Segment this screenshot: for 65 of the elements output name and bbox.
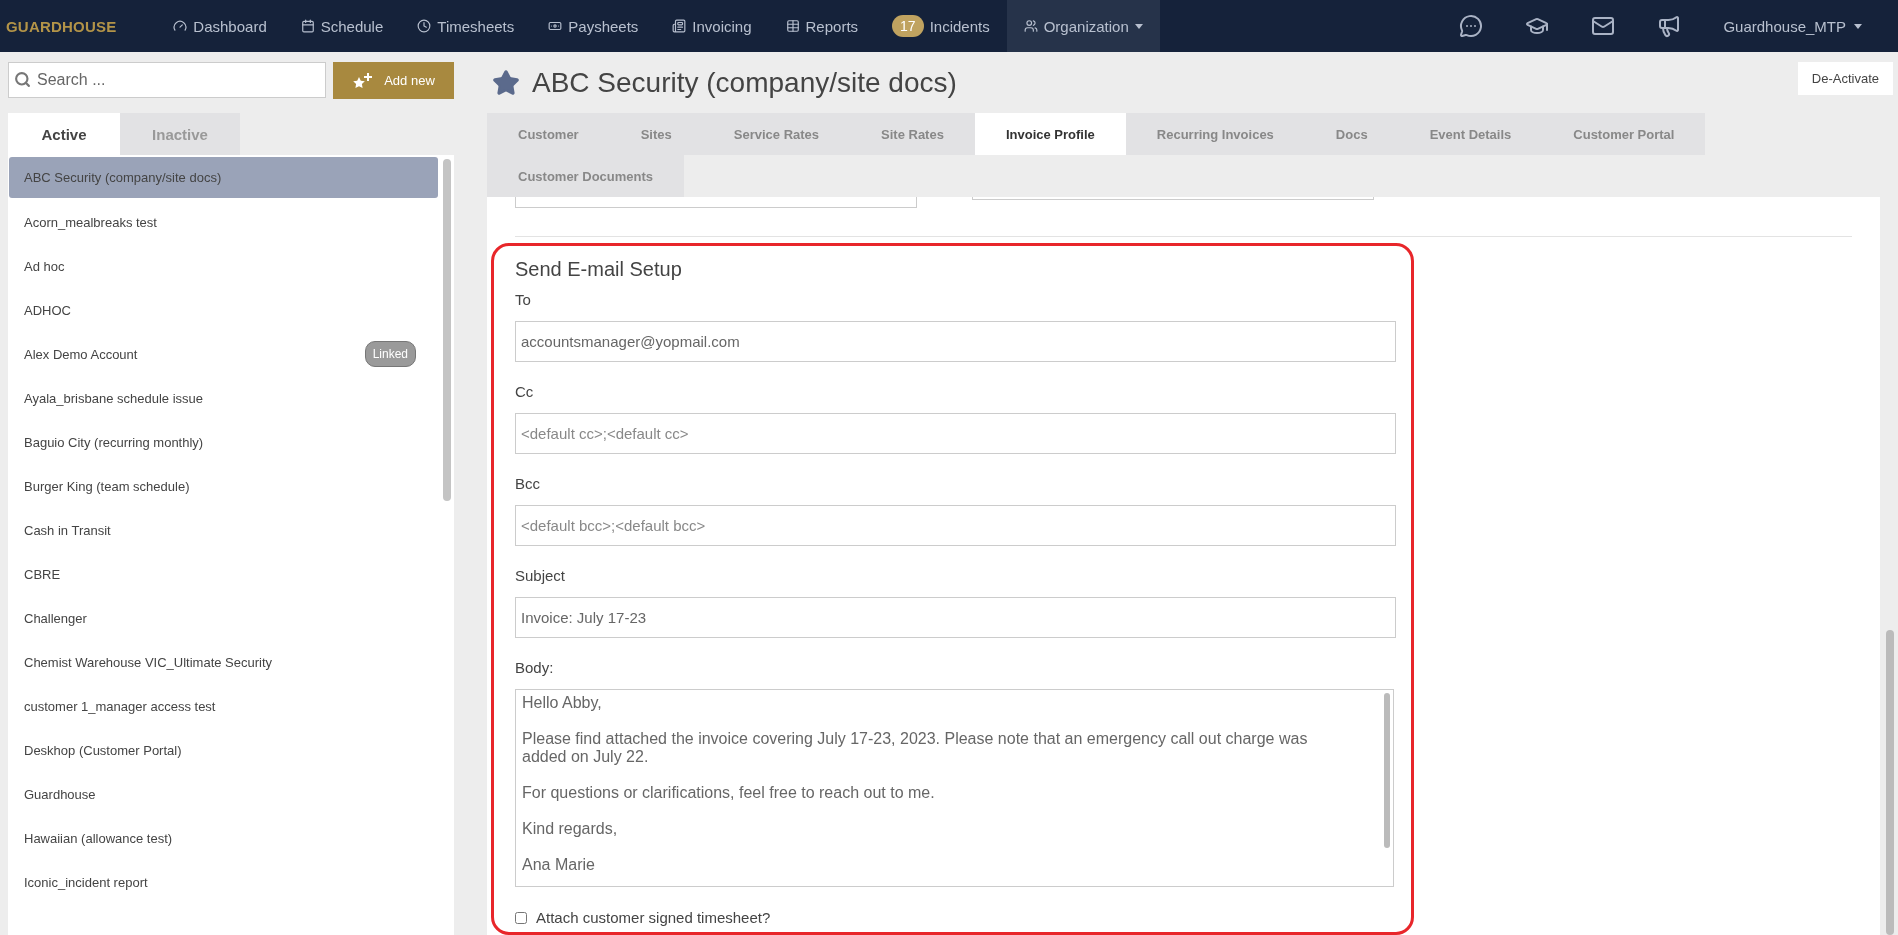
customer-name: Cash in Transit bbox=[24, 522, 111, 538]
caret-icon bbox=[1854, 23, 1862, 29]
scrollbar-thumb[interactable] bbox=[1384, 693, 1390, 848]
customer-name: Burger King (team schedule) bbox=[24, 478, 190, 494]
customer-name: Guardhouse bbox=[24, 786, 96, 802]
input-field[interactable]: <default bcc>;<default bcc> bbox=[515, 505, 1396, 546]
field-label: Cc bbox=[515, 383, 535, 400]
checkbox[interactable] bbox=[515, 911, 527, 924]
star-icon[interactable] bbox=[492, 68, 520, 97]
customer-name: Iconic_incident report bbox=[24, 874, 148, 890]
mail-icon[interactable] bbox=[1591, 14, 1616, 38]
field-label: Bcc bbox=[515, 475, 541, 492]
field-label: Body: bbox=[515, 659, 555, 676]
customer-name: customer 1_manager access test bbox=[24, 698, 216, 714]
linked-badge: Linked bbox=[364, 341, 416, 367]
nav-link[interactable]: Invoicing bbox=[655, 0, 769, 52]
nav-link[interactable]: 17 Incidents bbox=[875, 0, 1007, 52]
customer-name: CBRE bbox=[24, 566, 61, 582]
nav-link[interactable]: Paysheets bbox=[531, 0, 656, 52]
users-icon bbox=[1023, 19, 1038, 33]
customer-name: Alex Demo Account bbox=[24, 346, 138, 362]
nav-link[interactable]: Organization bbox=[1006, 0, 1160, 52]
section-title: Send E-mail Setup bbox=[515, 258, 683, 281]
banknote-icon bbox=[548, 19, 563, 33]
nav-link[interactable]: Timesheets bbox=[400, 0, 532, 52]
nav-link[interactable]: Reports bbox=[768, 0, 876, 52]
customer-name: Deskhop (Customer Portal) bbox=[24, 742, 182, 758]
user-menu[interactable]: Guardhouse_MTP bbox=[1723, 17, 1862, 35]
table-icon bbox=[785, 19, 800, 33]
sidebar-tab[interactable]: Active bbox=[8, 113, 120, 155]
chat-icon[interactable] bbox=[1459, 14, 1484, 38]
customer-name: ABC Security (company/site docs) bbox=[24, 170, 222, 185]
field-label: To bbox=[515, 291, 532, 308]
nav-link[interactable]: Dashboard bbox=[156, 0, 284, 52]
star-plus-icon bbox=[352, 72, 375, 89]
count-badge: 17 bbox=[892, 15, 924, 37]
search-icon bbox=[14, 71, 31, 88]
customer-name: Acorn_mealbreaks test bbox=[24, 214, 157, 230]
customer-name: Hawaiian (allowance test) bbox=[24, 830, 173, 846]
customer-name: Chemist Warehouse VIC_Ultimate Security bbox=[24, 654, 273, 670]
calendar-icon bbox=[300, 19, 315, 33]
megaphone-icon[interactable] bbox=[1657, 14, 1682, 38]
clock-icon bbox=[417, 19, 432, 33]
brand-logo[interactable]: GUARDHOUSE bbox=[6, 17, 117, 35]
field-label: Subject bbox=[515, 567, 567, 584]
gauge-icon bbox=[173, 19, 188, 33]
body-field[interactable]: Hello Abby, Please find attached the invoice covering July 17-23, 2023. Please note that an emergency call out charge was added on July 22. For questions or clarifications, feel free to reach out to me. Kind regards, Ana Marie bbox=[515, 689, 1394, 887]
deactivate-button[interactable]: De-Activate bbox=[1797, 62, 1893, 95]
scrollbar-thumb[interactable] bbox=[443, 159, 451, 501]
nav-link[interactable]: Schedule bbox=[283, 0, 401, 52]
input-field[interactable]: <default cc>;<default cc> bbox=[515, 413, 1396, 454]
newspaper-icon bbox=[672, 19, 687, 33]
scrollbar-thumb[interactable] bbox=[1886, 630, 1894, 935]
customer-name: Baguio City (recurring monthly) bbox=[24, 434, 204, 450]
customer-name: Ad hoc bbox=[24, 258, 65, 274]
customer-list-item[interactable]: ABC Security (company/site docs) bbox=[9, 157, 438, 198]
checkbox-label: Attach customer signed timesheet? bbox=[536, 909, 771, 926]
customer-name: Ayala_brisbane schedule issue bbox=[24, 390, 203, 406]
input-field[interactable]: Invoice: July 17-23 bbox=[515, 597, 1396, 638]
customer-name: ADHOC bbox=[24, 302, 71, 318]
tab[interactable]: Invoice Profile bbox=[974, 113, 1126, 155]
input-field[interactable]: accountsmanager@yopmail.com bbox=[515, 321, 1396, 362]
page-title: ABC Security (company/site docs) bbox=[532, 66, 957, 99]
search-field[interactable]: Search ... bbox=[8, 62, 326, 98]
customer-name: Challenger bbox=[24, 610, 87, 626]
